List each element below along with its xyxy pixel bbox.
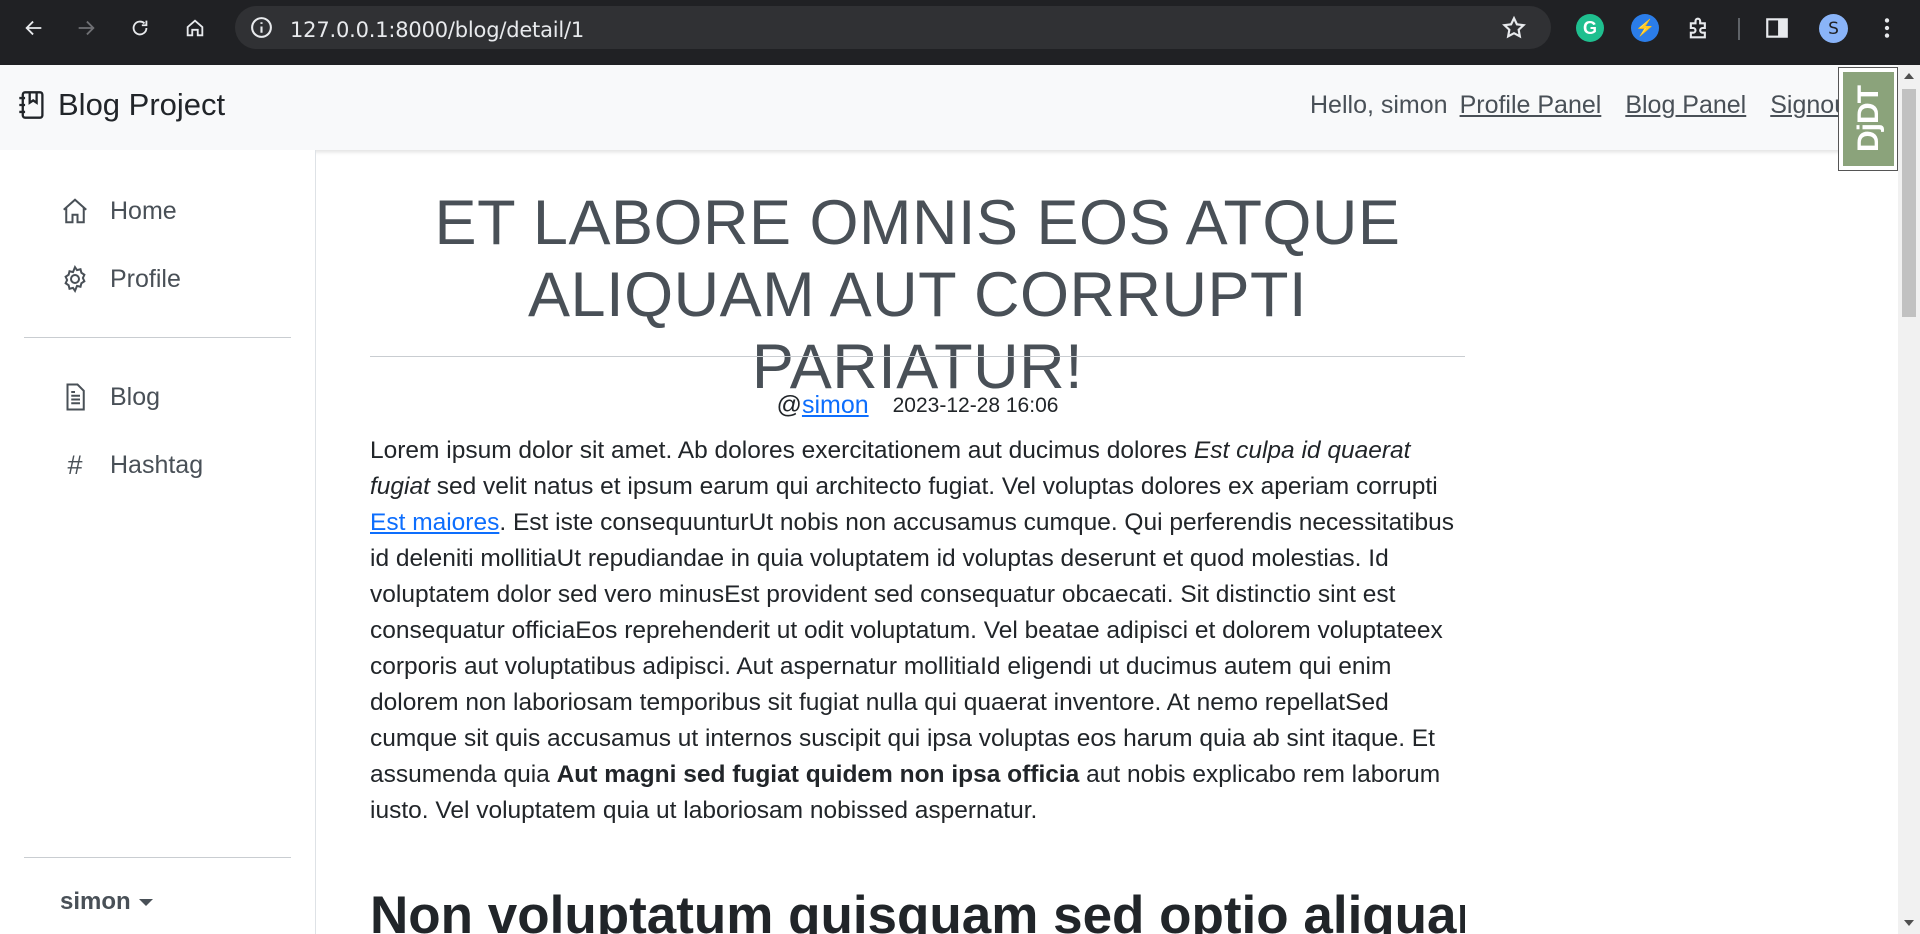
user-dropdown[interactable]: simon <box>60 888 153 916</box>
back-button[interactable] <box>19 13 49 43</box>
debug-toolbar-label: DjDT <box>1851 86 1885 152</box>
brand-title[interactable]: Blog Project <box>58 87 225 123</box>
info-icon[interactable] <box>249 15 274 40</box>
title-divider <box>370 356 1465 357</box>
reload-icon <box>132 20 148 36</box>
sidebar-item-label: Hashtag <box>110 451 204 479</box>
arrow-left-icon <box>25 20 42 36</box>
journal-icon <box>19 91 44 119</box>
post-date: 2023-12-28 16:06 <box>892 393 1059 417</box>
menu-kebab-icon[interactable] <box>1874 14 1900 42</box>
bookmark-star-icon[interactable] <box>1501 15 1527 41</box>
sidebar: Home Profile Blog # Hashtag simon <box>0 150 316 934</box>
body-text-segment: Lorem ipsum dolor sit amet. Ab dolores e… <box>370 437 1194 464</box>
profile-avatar[interactable]: S <box>1819 14 1848 43</box>
toolbar-divider <box>1738 18 1740 40</box>
greeting-text: Hello, simon <box>1310 91 1448 119</box>
forward-button[interactable] <box>71 13 101 43</box>
hash-icon: # <box>67 450 83 480</box>
post-title: ET LABORE OMNIS EOS ATQUE ALIQUAM AUT CO… <box>370 187 1465 403</box>
extensions-puzzle-icon[interactable] <box>1685 14 1713 42</box>
gear-icon <box>64 264 86 294</box>
user-dropdown-label[interactable]: simon <box>60 888 131 916</box>
reload-button[interactable] <box>125 13 155 43</box>
browser-toolbar: 127.0.0.1:8000/blog/detail/1 G ⚡ S <box>0 0 1920 65</box>
sidebar-item-label: Profile <box>110 264 181 293</box>
sidebar-divider <box>24 857 291 858</box>
body-link[interactable]: Est maiores <box>370 509 499 536</box>
post-meta: @simon 2023-12-28 16:06 <box>370 391 1465 420</box>
sidebar-item-label: Home <box>110 196 177 225</box>
profile-panel-link[interactable]: Profile Panel <box>1460 91 1602 120</box>
scrollbar-thumb[interactable] <box>1902 89 1916 317</box>
page-scrollbar[interactable] <box>1898 65 1920 934</box>
home-button[interactable] <box>180 13 210 43</box>
body-bold-text: Aut magni sed fugiat quidem non ipsa off… <box>556 761 1080 788</box>
blog-panel-link[interactable]: Blog Panel <box>1625 91 1746 120</box>
scroll-down-icon[interactable] <box>1904 920 1914 926</box>
at-symbol: @ <box>776 391 802 419</box>
scroll-up-icon[interactable] <box>1904 73 1914 79</box>
url-text[interactable]: 127.0.0.1:8000/blog/detail/1 <box>290 18 584 42</box>
sidebar-item-label: Blog <box>110 382 161 411</box>
post-detail: ET LABORE OMNIS EOS ATQUE ALIQUAM AUT CO… <box>370 150 1465 934</box>
post-subheading: Non voluptatum quisquam sed optio aliqua… <box>370 886 1465 934</box>
sidebar-item-home[interactable]: Home <box>60 196 177 226</box>
body-text-segment: . Est iste consequunturUt nobis non accu… <box>370 509 1454 788</box>
document-icon <box>66 383 85 411</box>
sidebar-divider <box>24 337 291 338</box>
home-icon <box>186 19 204 37</box>
caret-down-icon <box>138 898 153 906</box>
grammarly-extension-icon[interactable]: G <box>1576 14 1604 42</box>
sidebar-item-profile[interactable]: Profile <box>60 264 181 294</box>
arrow-right-icon <box>78 20 95 36</box>
sidebar-item-hashtag[interactable]: # Hashtag <box>60 450 203 481</box>
side-panel-icon[interactable] <box>1764 15 1790 41</box>
site-navbar: Blog Project Hello, simon Profile Panel … <box>0 65 1898 150</box>
body-text-segment: sed velit natus et ipsum earum qui archi… <box>429 473 1438 500</box>
author-link[interactable]: simon <box>802 391 869 419</box>
house-icon <box>63 198 87 224</box>
header-user-nav: Hello, simon Profile Panel Blog Panel Si… <box>1310 91 1855 120</box>
debug-toolbar-handle[interactable]: DjDT <box>1838 67 1898 171</box>
brand[interactable]: Blog Project <box>18 87 225 123</box>
post-title-line: ET LABORE OMNIS EOS ATQUE <box>434 188 1401 258</box>
extension-bolt-icon[interactable]: ⚡ <box>1631 14 1659 42</box>
post-title-line: ALIQUAM AUT CORRUPTI PARIATUR! <box>528 260 1307 402</box>
address-bar[interactable]: 127.0.0.1:8000/blog/detail/1 <box>235 6 1551 49</box>
post-body: Lorem ipsum dolor sit amet. Ab dolores e… <box>370 433 1465 829</box>
sidebar-item-blog[interactable]: Blog <box>60 382 160 412</box>
